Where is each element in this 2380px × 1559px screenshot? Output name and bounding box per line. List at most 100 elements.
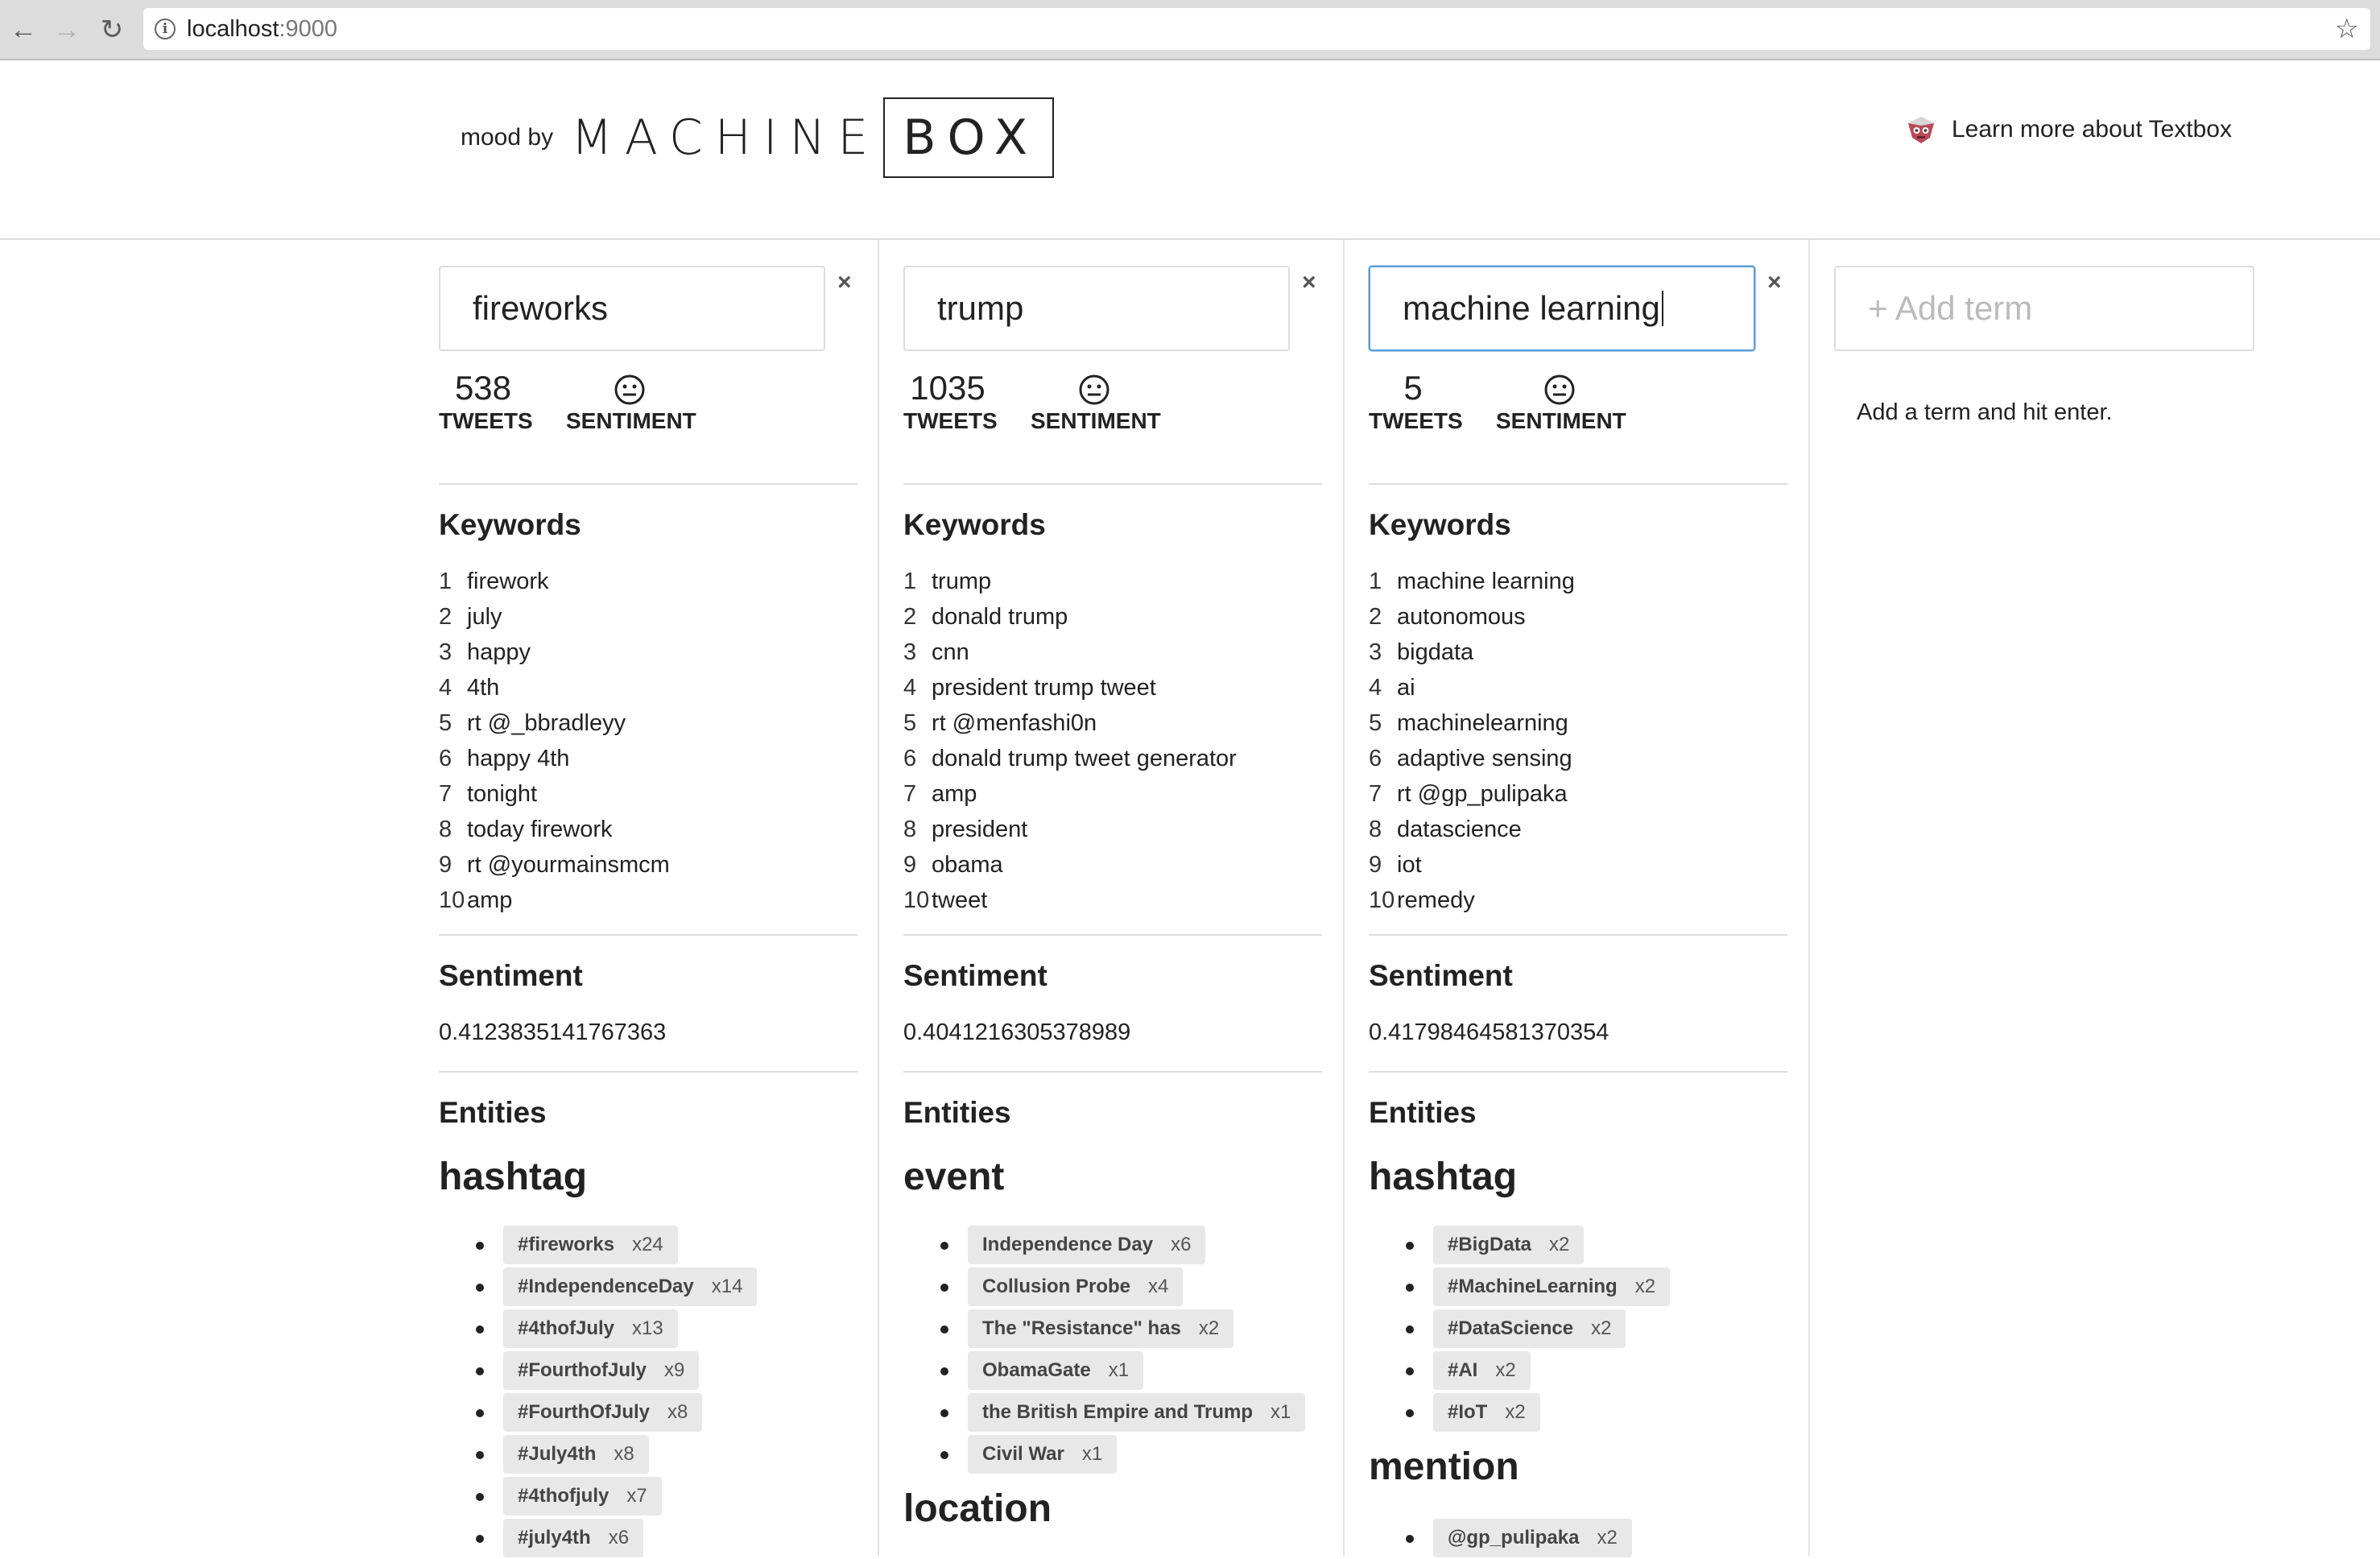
url-text: localhost:9000	[187, 16, 337, 43]
entity-count: x2	[1495, 1359, 1516, 1381]
add-term-hint: Add a term and hit enter.	[1857, 399, 2113, 425]
tweets-label: TWEETS	[439, 408, 533, 433]
entities-heading: Entities	[903, 1096, 1011, 1129]
url-port: :9000	[279, 15, 338, 42]
entity-tag[interactable]: The "Resistance" has x2	[968, 1309, 1234, 1348]
term-column-trump: trump × 1035 TWEETS SENTIMENT Keywords 1…	[879, 240, 1345, 1556]
logo-box: BOX	[883, 97, 1054, 178]
entity-type-heading: event	[903, 1156, 1005, 1198]
entity-list: #BigData x2 #MachineLearning x2 #DataScien…	[1369, 1224, 1671, 1433]
entity-name: #FourthofJuly	[518, 1359, 647, 1381]
entity-tag[interactable]: Collusion Probe x4	[968, 1267, 1184, 1306]
entity-count: x9	[664, 1359, 685, 1381]
keyword-text: 4th	[467, 674, 500, 701]
entity-count: x8	[614, 1443, 634, 1465]
close-icon[interactable]: ×	[1767, 269, 1782, 296]
forward-arrow-icon[interactable]: →	[48, 11, 85, 48]
entity-count: x4	[1148, 1276, 1169, 1297]
keyword-text: president trump tweet	[932, 674, 1156, 701]
entity-count: x2	[1549, 1234, 1570, 1255]
entity-item: #AI x2	[1369, 1350, 1670, 1392]
keyword-text: rt @gp_pulipaka	[1397, 780, 1568, 807]
entity-name: #July4th	[518, 1443, 597, 1465]
keyword-item: 6 donald trump tweet generator	[903, 745, 1237, 771]
entity-tag[interactable]: #DataScience x2	[1433, 1309, 1626, 1348]
entity-item: @gp_pulipaka x2	[1369, 1517, 1632, 1559]
entity-count: x1	[1081, 1443, 1103, 1465]
neutral-face-icon	[614, 374, 645, 405]
entity-item: #FourthOfJuly x8	[439, 1392, 757, 1433]
entity-item: #july4th x6	[439, 1517, 757, 1559]
keyword-text: cnn	[932, 639, 969, 665]
keyword-item: 7 amp	[903, 780, 977, 807]
sentiment-heading: Sentiment	[1369, 959, 1513, 992]
divider	[439, 1071, 857, 1073]
entity-tag[interactable]: the British Empire and Trump x1	[968, 1393, 1306, 1432]
term-input[interactable]: machine learning	[1369, 266, 1755, 351]
keyword-item: 2 donald trump	[903, 603, 1068, 630]
entity-item: #July4th x8	[439, 1433, 757, 1475]
keywords-list: 1 firework 2 july 3 happy 4 4th 5 rt @_bbradl…	[439, 564, 670, 918]
tweets-label: TWEETS	[903, 408, 998, 433]
info-icon[interactable]: i	[155, 19, 176, 39]
keyword-text: rt @yourmainsmcm	[467, 851, 670, 878]
entity-item: #fireworks x24	[439, 1224, 757, 1266]
keyword-item: 8 president	[903, 816, 1028, 842]
entity-count: x6	[1171, 1234, 1192, 1255]
entity-tag[interactable]: #AI x2	[1433, 1351, 1531, 1390]
keywords-heading: Keywords	[1369, 508, 1511, 541]
entity-item: #DataScience x2	[1369, 1308, 1670, 1350]
entity-name: #DataScience	[1448, 1317, 1574, 1339]
entity-tag[interactable]: #july4th x6	[503, 1519, 644, 1557]
mood-by-text: mood by	[461, 124, 554, 151]
entity-type-heading: hashtag	[1369, 1156, 1518, 1198]
address-bar[interactable]: i localhost:9000 ☆	[143, 8, 2370, 50]
entity-tag[interactable]: #BigData x2	[1433, 1226, 1585, 1264]
keyword-item: 6 happy 4th	[439, 745, 570, 771]
entity-tag[interactable]: #FourthOfJuly x8	[503, 1393, 703, 1432]
entity-tag[interactable]: ObamaGate x1	[968, 1351, 1144, 1390]
keyword-text: bigdata	[1397, 639, 1474, 665]
close-icon[interactable]: ×	[837, 269, 852, 296]
tweets-label: TWEETS	[1369, 408, 1463, 433]
keyword-text: iot	[1397, 851, 1422, 878]
entity-type-heading: location	[903, 1487, 1052, 1530]
entity-tag[interactable]: @gp_pulipaka x2	[1433, 1519, 1632, 1557]
entity-tag[interactable]: #4thofJuly x13	[503, 1309, 678, 1348]
term-input[interactable]: trump	[903, 266, 1290, 351]
sentiment-label: SENTIMENT	[566, 408, 696, 433]
add-term-input[interactable]: + Add term	[1834, 266, 2254, 351]
entity-tag[interactable]: #IoT x2	[1433, 1393, 1540, 1432]
entity-item: ObamaGate x1	[903, 1350, 1305, 1392]
keyword-text: machinelearning	[1397, 709, 1568, 736]
keyword-text: trump	[932, 568, 992, 594]
tweet-count-value: 1035	[910, 369, 985, 407]
keyword-text: adaptive sensing	[1397, 745, 1572, 771]
keyword-item: 1 trump	[903, 568, 992, 594]
keyword-item: 7 tonight	[439, 780, 538, 807]
keyword-item: 10 amp	[439, 887, 513, 913]
back-arrow-icon[interactable]: ←	[5, 11, 42, 48]
logo-machine: MACHINE	[571, 110, 881, 166]
divider	[903, 934, 1322, 936]
entity-tag[interactable]: #July4th x8	[503, 1435, 649, 1474]
entity-tag[interactable]: #fireworks x24	[503, 1226, 678, 1264]
brand-logo[interactable]: mood by MACHINE BOX	[461, 97, 1054, 178]
entity-tag[interactable]: Independence Day x6	[968, 1226, 1206, 1264]
reload-icon[interactable]: ↻	[93, 11, 130, 48]
entity-tag[interactable]: #4thofjuly x7	[503, 1477, 662, 1516]
close-icon[interactable]: ×	[1302, 269, 1316, 296]
bookmark-star-icon[interactable]: ☆	[2335, 13, 2359, 45]
entity-tag[interactable]: Civil War x1	[968, 1435, 1118, 1474]
entity-name: @gp_pulipaka	[1448, 1527, 1580, 1549]
keyword-text: happy	[467, 639, 531, 665]
entity-tag[interactable]: #FourthofJuly x9	[503, 1351, 700, 1390]
entity-type-heading: hashtag	[439, 1156, 588, 1198]
text-caret	[1661, 291, 1663, 326]
entity-tag[interactable]: #IndependenceDay x14	[503, 1267, 758, 1306]
url-host: localhost	[187, 15, 279, 42]
entity-tag[interactable]: #MachineLearning x2	[1433, 1267, 1671, 1306]
term-input[interactable]: fireworks	[439, 266, 825, 351]
learn-more-link[interactable]: Learn more about Textbox	[1905, 114, 2232, 146]
keyword-text: today firework	[467, 816, 613, 842]
